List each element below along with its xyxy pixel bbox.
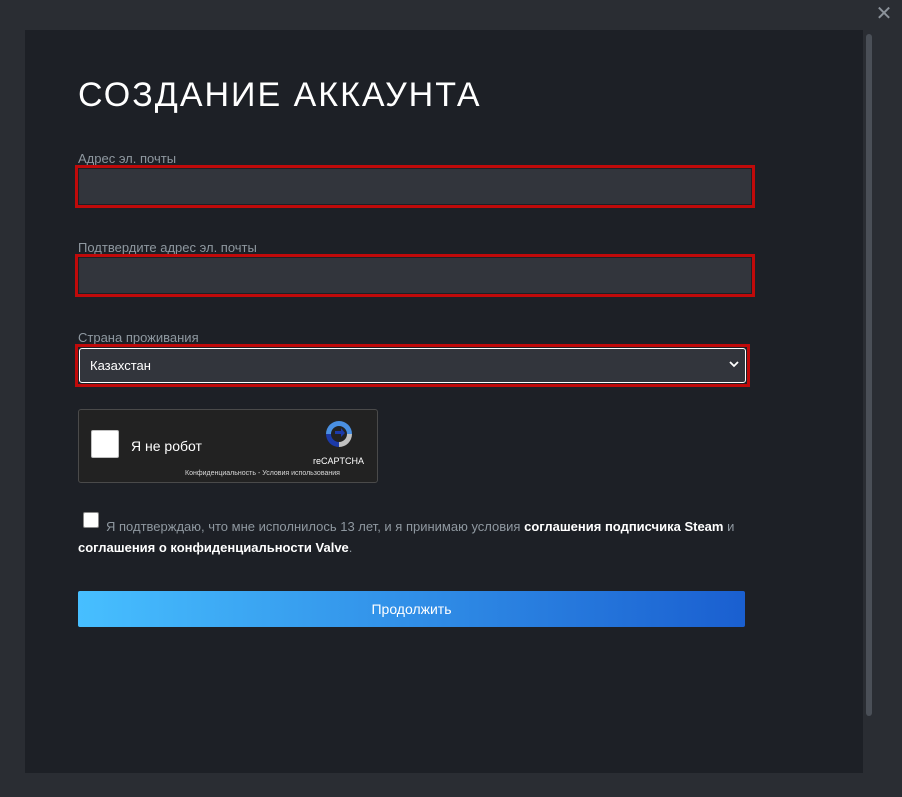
email-field[interactable] [79, 169, 751, 204]
continue-button[interactable]: Продолжить [78, 591, 745, 627]
scrollbar-thumb[interactable] [866, 34, 872, 716]
agreement-text: Я подтверждаю, что мне исполнилось 13 ле… [78, 516, 738, 558]
recaptcha-label: Я не робот [131, 438, 202, 454]
country-select[interactable]: Казахстан [79, 348, 746, 383]
confirm-email-label: Подтвердите адрес эл. почты [78, 240, 257, 255]
confirm-email-field-error-outline [75, 254, 755, 297]
close-button[interactable]: ✕ [874, 4, 894, 24]
page-title: СОЗДАНИЕ АККАУНТА [78, 76, 482, 114]
country-select-value: Казахстан [90, 358, 151, 373]
create-account-panel: СОЗДАНИЕ АККАУНТА Адрес эл. почты Подтве… [25, 30, 863, 773]
chevron-down-icon [729, 361, 739, 368]
confirm-email-field[interactable] [79, 258, 751, 293]
country-select-error-outline: Казахстан [75, 344, 750, 387]
scrollbar[interactable] [863, 30, 877, 773]
recaptcha-widget: Я не робот reCAPTCHA Конфиденциальность … [78, 409, 378, 483]
recaptcha-brand: reCAPTCHA [313, 456, 365, 466]
agreement-text-part-3: . [348, 540, 353, 555]
recaptcha-checkbox[interactable] [91, 430, 119, 458]
privacy-policy-link[interactable]: соглашения о конфиденциальности Valve [78, 540, 349, 555]
subscriber-agreement-link[interactable]: соглашения подписчика Steam [524, 519, 723, 534]
agreement-text-part-2: и [723, 519, 735, 534]
email-field-error-outline [75, 165, 755, 208]
agreement-text-part-1: Я подтверждаю, что мне исполнилось 13 ле… [106, 519, 525, 534]
recaptcha-logo-icon [326, 421, 352, 447]
email-label: Адрес эл. почты [78, 151, 177, 166]
age-agreement-checkbox[interactable] [83, 512, 99, 528]
country-label: Страна проживания [78, 330, 199, 345]
close-icon: ✕ [875, 3, 893, 25]
recaptcha-links[interactable]: Конфиденциальность - Условия использован… [185, 470, 340, 477]
